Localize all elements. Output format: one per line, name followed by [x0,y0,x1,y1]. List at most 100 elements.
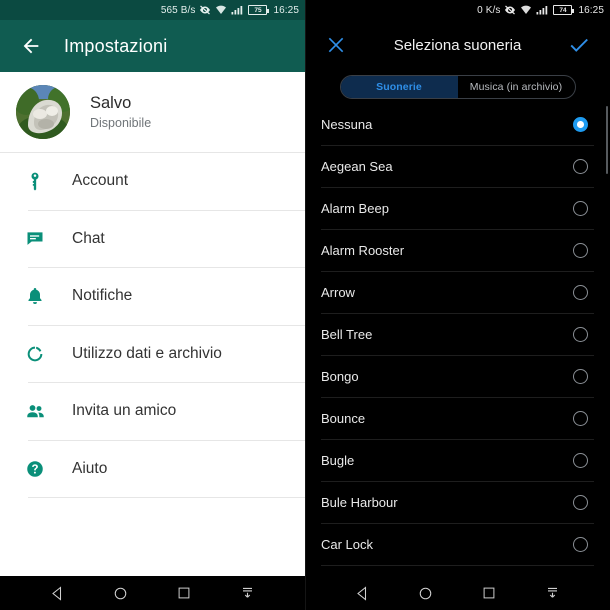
ringtone-label: Alarm Beep [321,201,389,216]
dual-screenshot: 565 B/s 75 16:25 Impostazioni Salvo Disp… [0,0,610,610]
battery-icon: 74 [553,5,575,15]
divider [28,497,305,498]
tab-suonerie[interactable]: Suonerie [340,76,458,98]
battery-icon: 75 [248,5,270,15]
dialog-title: Seleziona suoneria [393,36,522,54]
list-item[interactable]: Arrow [305,272,610,313]
ringtone-label: Bule Harbour [321,495,398,510]
settings-item-label: Aiuto [72,459,108,477]
people-icon [22,401,48,422]
recents-square-icon[interactable] [474,578,504,608]
radio-button[interactable] [573,411,588,426]
back-triangle-icon[interactable] [43,578,73,608]
settings-list: Account Chat Notifiche Utilizzo dati e a… [0,153,305,498]
home-circle-icon[interactable] [106,578,136,608]
list-item[interactable]: Alarm Rooster [305,230,610,271]
settings-item-label: Notifiche [72,287,133,305]
settings-item-account[interactable]: Account [0,153,305,210]
radio-button[interactable] [573,495,588,510]
ringtone-label: Bounce [321,411,366,426]
eye-off-icon [504,5,516,15]
page-title: Impostazioni [64,35,168,56]
radio-button[interactable] [573,285,588,300]
list-item[interactable]: Aegean Sea [305,146,610,187]
ringtone-label: Bongo [321,369,359,384]
right-status-bar: 0 K/s 74 16:25 [305,0,610,20]
battery-level: 75 [254,6,262,14]
avatar[interactable] [16,85,70,139]
home-circle-icon[interactable] [411,578,441,608]
ringtone-label: Aegean Sea [321,159,393,174]
signal-icon [231,5,244,15]
list-item[interactable]: Alarm Beep [305,188,610,229]
tab-label: Musica (in archivio) [469,81,563,93]
radio-button[interactable] [573,117,588,132]
signal-icon [536,5,549,15]
whatsapp-settings-panel: 565 B/s 75 16:25 Impostazioni Salvo Disp… [0,0,305,610]
arrow-left-icon[interactable] [14,29,48,63]
radio-button[interactable] [573,243,588,258]
recents-square-icon[interactable] [169,578,199,608]
wifi-icon [520,5,532,15]
settings-item-aiuto[interactable]: Aiuto [0,440,305,497]
ringtone-app-bar: Seleziona suoneria [305,20,610,70]
bell-icon [22,286,48,306]
wifi-icon [215,5,227,15]
ringtone-label: Nessuna [321,117,373,132]
close-x-icon[interactable] [323,32,349,58]
network-speed-label: 565 B/s [160,4,196,16]
settings-item-invita-amico[interactable]: Invita un amico [0,383,305,440]
left-nav-bar [0,576,305,610]
radio-button[interactable] [573,537,588,552]
settings-item-label: Chat [72,229,105,247]
list-item[interactable]: Nessuna [305,104,610,145]
ringtone-picker-panel: 0 K/s 74 16:25 Seleziona suoneria Suoner… [305,0,610,610]
list-item[interactable]: Bell Tree [305,314,610,355]
battery-level: 74 [559,6,567,14]
list-item[interactable]: Bongo [305,356,610,397]
radio-button[interactable] [573,453,588,468]
list-item[interactable]: Bounce [305,398,610,439]
radio-button[interactable] [573,201,588,216]
settings-item-label: Utilizzo dati e archivio [72,344,222,362]
hide-navbar-icon[interactable] [232,578,262,608]
list-item[interactable]: Car Lock [305,524,610,565]
list-item[interactable]: Bule Harbour [305,482,610,523]
profile-name: Salvo [90,94,132,112]
profile-status: Disponibile [90,116,152,130]
ringtone-label: Car Lock [321,537,374,552]
settings-item-utilizzo-dati[interactable]: Utilizzo dati e archivio [0,325,305,382]
source-tabs: Suonerie Musica (in archivio) [305,70,610,104]
ringtone-label: Alarm Rooster [321,243,405,258]
eye-off-icon [199,5,211,15]
radio-button[interactable] [573,159,588,174]
right-nav-bar [305,576,610,610]
ringtone-label: Arrow [321,285,355,300]
chat-bubble-icon [22,229,48,249]
clock-label: 16:25 [578,4,604,16]
settings-item-chat[interactable]: Chat [0,210,305,267]
clock-label: 16:25 [273,4,299,16]
list-item[interactable]: Bugle [305,440,610,481]
panel-separator [305,0,306,610]
ringtone-label: Bugle [321,453,355,468]
profile-row[interactable]: Salvo Disponibile [0,72,305,152]
settings-item-label: Invita un amico [72,402,177,420]
check-icon[interactable] [566,32,592,58]
hide-navbar-icon[interactable] [537,578,567,608]
settings-app-bar: Impostazioni [0,20,305,72]
network-speed-label: 0 K/s [477,4,501,16]
settings-item-label: Account [72,172,129,190]
tab-musica-archivio[interactable]: Musica (in archivio) [458,76,575,98]
data-usage-icon [22,344,48,364]
back-triangle-icon[interactable] [348,578,378,608]
help-circle-icon [22,459,48,479]
settings-item-notifiche[interactable]: Notifiche [0,268,305,325]
left-status-bar: 565 B/s 75 16:25 [0,0,305,20]
key-icon [22,171,48,191]
radio-button[interactable] [573,327,588,342]
ringtone-list[interactable]: Nessuna Aegean Sea Alarm Beep Alarm Roos… [305,104,610,607]
ringtone-label: Bell Tree [321,327,373,342]
tab-label: Suonerie [376,81,422,93]
radio-button[interactable] [573,369,588,384]
